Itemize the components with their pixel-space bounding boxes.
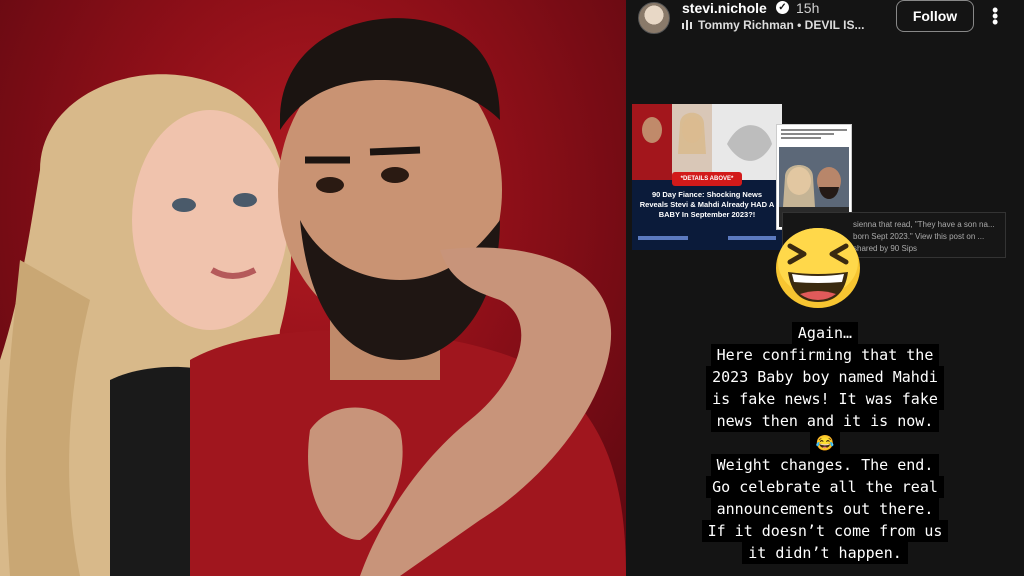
couple-illustration: [0, 18, 626, 576]
news-photos: [632, 104, 782, 180]
story-text-line: it didn’t happen.: [742, 542, 908, 564]
grinning-squinting-face-icon: [776, 228, 860, 308]
more-vertical-icon[interactable]: • • •: [992, 1, 1004, 31]
music-track[interactable]: Tommy Richman • DEVIL IS...: [698, 18, 864, 32]
story-text-line: 😂: [809, 432, 841, 454]
verified-badge-icon: ✓: [776, 1, 789, 14]
story-text-line: Weight changes. The end.: [710, 454, 940, 476]
story-text-line: Go celebrate all the real: [706, 476, 944, 498]
story-text: Again… Here confirming that the 2023 Baby …: [626, 322, 1024, 564]
news-thumbnail: *DETAILS ABOVE* 90 Day Fiance: Shocking …: [632, 104, 782, 250]
story-text-line: If it doesn’t come from us: [701, 520, 949, 542]
story-text-line: news then and it is now.: [710, 410, 940, 432]
story-text-line: 2023 Baby boy named Mahdi: [706, 366, 944, 388]
story-header: stevi.nichole ✓ 15h Tommy Richman • DEVI…: [626, 0, 1024, 44]
story-text-line: Again…: [791, 322, 859, 344]
news-tag: *DETAILS ABOVE*: [672, 172, 742, 186]
news-headline: 90 Day Fiance: Shocking News Reveals Ste…: [639, 190, 775, 219]
story-text-line: Here confirming that the: [710, 344, 940, 366]
post-caption: sienna that read, "They have a son na...…: [853, 220, 995, 253]
story-text-line: announcements out there.: [710, 498, 940, 520]
news-footer: [638, 236, 776, 244]
couple-photo: [0, 0, 626, 576]
composite-image: stevi.nichole ✓ 15h Tommy Richman • DEVI…: [0, 0, 1024, 576]
follow-button[interactable]: Follow: [896, 0, 974, 32]
music-bars-icon: [682, 20, 692, 30]
instagram-story: stevi.nichole ✓ 15h Tommy Richman • DEVI…: [626, 0, 1024, 576]
avatar[interactable]: [638, 2, 670, 34]
story-text-line: is fake news! It was fake: [706, 388, 944, 410]
post-time: 15h: [796, 0, 820, 16]
username[interactable]: stevi.nichole: [682, 0, 767, 16]
